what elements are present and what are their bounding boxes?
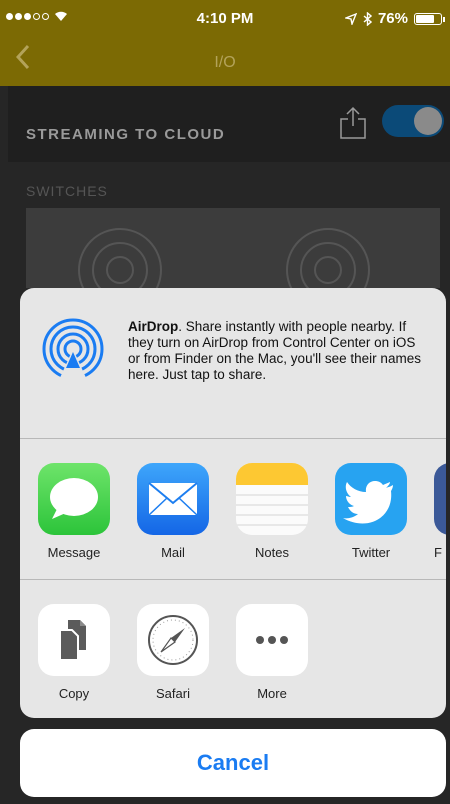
nav-title: I/O	[214, 54, 236, 71]
streaming-bar: STREAMING TO CLOUD	[8, 86, 450, 162]
airdrop-section[interactable]: AirDrop. Share instantly with people nea…	[20, 288, 446, 438]
switches-label: SWITCHES	[26, 183, 108, 199]
action-label: Safari	[156, 686, 190, 701]
streaming-toggle[interactable]	[382, 105, 444, 137]
mail-icon	[137, 463, 209, 535]
share-app-twitter[interactable]: Twitter	[335, 463, 409, 560]
battery-icon	[414, 12, 445, 25]
action-label: Copy	[58, 686, 90, 701]
share-app-label: Mail	[161, 545, 185, 560]
streaming-label: STREAMING TO CLOUD	[26, 126, 226, 143]
share-app-notes[interactable]: Notes	[236, 463, 310, 560]
airdrop-description: AirDrop. Share instantly with people nea…	[128, 319, 428, 383]
share-apps-row: Message Mail Notes Twitter F	[20, 439, 446, 579]
bluetooth-icon	[363, 11, 372, 26]
more-icon	[236, 604, 308, 676]
switches-panel	[26, 208, 440, 312]
share-app-label: Message	[47, 545, 101, 560]
action-more[interactable]: More	[236, 604, 310, 701]
action-safari[interactable]: Safari	[137, 604, 211, 701]
share-app-message[interactable]: Message	[38, 463, 112, 560]
share-app-facebook[interactable]: F	[434, 463, 446, 560]
location-icon	[344, 12, 357, 25]
share-app-label: Twitter	[351, 545, 391, 560]
nav-bar: I/O	[0, 38, 450, 86]
switch-ring-icon	[314, 256, 342, 284]
share-app-mail[interactable]: Mail	[137, 463, 211, 560]
copy-icon	[38, 604, 110, 676]
safari-icon	[137, 604, 209, 676]
status-bar: 4:10 PM 76%	[0, 0, 450, 38]
switch-ring-icon	[106, 256, 134, 284]
action-label: More	[257, 686, 287, 701]
facebook-icon	[434, 463, 446, 535]
status-right: 76%	[344, 10, 445, 27]
share-actions-row: Copy Safari More	[20, 580, 446, 718]
airdrop-title: AirDrop	[128, 319, 179, 334]
battery-percent: 76%	[377, 10, 408, 27]
notes-icon	[236, 463, 308, 535]
share-app-label: Notes	[255, 545, 289, 560]
twitter-icon	[335, 463, 407, 535]
share-app-label: F	[434, 545, 442, 560]
share-sheet: AirDrop. Share instantly with people nea…	[20, 288, 446, 718]
action-copy[interactable]: Copy	[38, 604, 112, 701]
cancel-button[interactable]: Cancel	[20, 729, 446, 797]
messages-icon	[38, 463, 110, 535]
airdrop-icon	[42, 318, 104, 380]
toggle-knob	[414, 107, 442, 135]
share-icon[interactable]	[338, 106, 368, 140]
